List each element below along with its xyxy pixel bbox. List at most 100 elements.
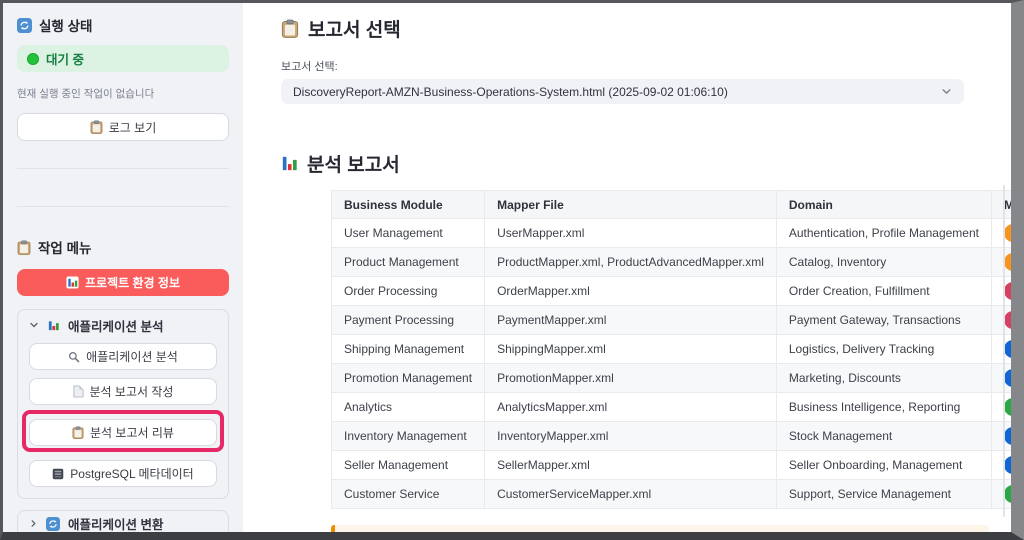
status-caption: 현재 실행 중인 작업이 없습니다 bbox=[17, 86, 229, 101]
cell-business-module: Order Processing bbox=[332, 277, 485, 306]
sidebar-action-button[interactable]: 애플리케이션 분석 bbox=[29, 343, 217, 370]
cell-mapper-file: SellerMapper.xml bbox=[485, 451, 777, 480]
app-analysis-expander-header[interactable]: 애플리케이션 분석 bbox=[18, 310, 228, 340]
sidebar-divider bbox=[17, 168, 229, 169]
cell-business-module: Shipping Management bbox=[332, 335, 485, 364]
table-row: Payment ProcessingPaymentMapper.xmlPayme… bbox=[332, 306, 1012, 335]
app-analysis-expander: 애플리케이션 분석 애플리케이션 분석분석 보고서 작성분석 보고서 리뷰 Pos… bbox=[17, 309, 229, 499]
report-select-title: 보고서 선택 bbox=[308, 15, 401, 42]
sidebar-action-label: 애플리케이션 분석 bbox=[86, 348, 178, 365]
cell-migration-priority: High bbox=[992, 219, 1012, 248]
collapsed-expander-group: 애플리케이션 변환SQL 테스트변환 보고서 bbox=[17, 510, 229, 532]
expander-header-app-convert[interactable]: 애플리케이션 변환 bbox=[18, 511, 228, 532]
app-analysis-expander-body: 애플리케이션 분석분석 보고서 작성분석 보고서 리뷰 PostgreSQL 메타… bbox=[18, 343, 228, 498]
col-mapper-file: Mapper File bbox=[485, 191, 777, 219]
table-row: User ManagementUserMapper.xmlAuthenticat… bbox=[332, 219, 1012, 248]
cell-business-module: Analytics bbox=[332, 393, 485, 422]
col-migration-priority: Migration Priority bbox=[992, 191, 1012, 219]
report-select-value: DiscoveryReport-AMZN-Business-Operations… bbox=[293, 85, 728, 99]
cell-migration-priority: High bbox=[992, 248, 1012, 277]
cell-domain: Logistics, Delivery Tracking bbox=[776, 335, 991, 364]
priority-badge: Low bbox=[1004, 485, 1011, 503]
cell-migration-priority: Medium bbox=[992, 364, 1012, 393]
app-analysis-expander-label: 애플리케이션 분석 bbox=[68, 316, 163, 335]
cell-domain: Stock Management bbox=[776, 422, 991, 451]
refresh-icon bbox=[46, 517, 60, 531]
priority-badge: Medium bbox=[1004, 369, 1011, 387]
cell-domain: Payment Gateway, Transactions bbox=[776, 306, 991, 335]
cell-mapper-file: OrderMapper.xml bbox=[485, 277, 777, 306]
cell-domain: Seller Onboarding, Management bbox=[776, 451, 991, 480]
priority-badge: High bbox=[1004, 224, 1011, 242]
clipboard-icon bbox=[90, 120, 103, 134]
document-icon bbox=[73, 385, 84, 398]
expander-label: 애플리케이션 변환 bbox=[68, 514, 163, 532]
cell-business-module: Inventory Management bbox=[332, 422, 485, 451]
cell-mapper-file: UserMapper.xml bbox=[485, 219, 777, 248]
table-row: Product ManagementProductMapper.xml, Pro… bbox=[332, 248, 1012, 277]
priority-badge: High bbox=[1004, 253, 1011, 271]
cell-business-module: Payment Processing bbox=[332, 306, 485, 335]
cell-business-module: User Management bbox=[332, 219, 485, 248]
sidebar-action-label: 분석 보고서 작성 bbox=[90, 383, 174, 400]
exec-status-title: 실행 상태 bbox=[39, 15, 92, 35]
view-logs-button[interactable]: 로그 보기 bbox=[17, 113, 229, 141]
chevron-down-icon bbox=[941, 86, 952, 97]
chart-icon bbox=[281, 155, 298, 172]
cell-business-module: Promotion Management bbox=[332, 364, 485, 393]
table-row: Seller ManagementSellerMapper.xmlSeller … bbox=[332, 451, 1012, 480]
refresh-icon bbox=[17, 18, 32, 33]
analysis-table-wrap: Business Module Mapper File Domain Migra… bbox=[331, 190, 1011, 509]
cell-migration-priority: Critical bbox=[992, 306, 1012, 335]
view-logs-label: 로그 보기 bbox=[109, 119, 157, 136]
report-select-label: 보고서 선택: bbox=[281, 58, 1011, 74]
cell-domain: Business Intelligence, Reporting bbox=[776, 393, 991, 422]
magnifier-icon bbox=[68, 351, 80, 363]
analysis-report-title: 분석 보고서 bbox=[307, 150, 400, 177]
priority-badge: Low bbox=[1004, 398, 1011, 416]
sidebar-action-label: PostgreSQL 메타데이터 bbox=[70, 465, 193, 482]
clipboard-icon bbox=[17, 240, 31, 255]
col-business-module: Business Module bbox=[332, 191, 485, 219]
cell-migration-priority: Low bbox=[992, 480, 1012, 509]
clipboard-icon bbox=[72, 426, 84, 439]
sidebar-divider bbox=[17, 206, 229, 207]
table-row: Customer ServiceCustomerServiceMapper.xm… bbox=[332, 480, 1012, 509]
table-row: AnalyticsAnalyticsMapper.xmlBusiness Int… bbox=[332, 393, 1012, 422]
priority-badge: Medium bbox=[1004, 427, 1011, 445]
scrollbar[interactable] bbox=[1003, 185, 1005, 517]
chevron-right-icon bbox=[29, 519, 38, 528]
report-select-dropdown[interactable]: DiscoveryReport-AMZN-Business-Operations… bbox=[281, 79, 964, 104]
cell-mapper-file: InventoryMapper.xml bbox=[485, 422, 777, 451]
cell-mapper-file: CustomerServiceMapper.xml bbox=[485, 480, 777, 509]
sidebar-action-button[interactable]: 분석 보고서 리뷰 bbox=[29, 419, 217, 446]
sidebar: 실행 상태 대기 중 현재 실행 중인 작업이 없습니다 로그 보기 작업 메뉴 bbox=[3, 3, 243, 532]
cell-migration-priority: Critical bbox=[992, 277, 1012, 306]
chart-icon bbox=[66, 276, 79, 289]
cell-mapper-file: PaymentMapper.xml bbox=[485, 306, 777, 335]
sidebar-action-button[interactable]: 분석 보고서 작성 bbox=[29, 378, 217, 405]
analysis-report-heading: 분석 보고서 bbox=[281, 150, 1011, 177]
database-icon bbox=[52, 468, 64, 480]
table-row: Inventory ManagementInventoryMapper.xmlS… bbox=[332, 422, 1012, 451]
cell-mapper-file: ShippingMapper.xml bbox=[485, 335, 777, 364]
priority-badge: Critical bbox=[1004, 282, 1011, 300]
task-menu-title: 작업 메뉴 bbox=[38, 237, 91, 257]
sidebar-action-button[interactable]: PostgreSQL 메타데이터 bbox=[29, 460, 217, 487]
col-domain: Domain bbox=[776, 191, 991, 219]
cell-domain: Support, Service Management bbox=[776, 480, 991, 509]
project-env-info-label: 프로젝트 환경 정보 bbox=[85, 274, 180, 291]
table-row: Order ProcessingOrderMapper.xmlOrder Cre… bbox=[332, 277, 1012, 306]
project-env-info-button[interactable]: 프로젝트 환경 정보 bbox=[17, 269, 229, 296]
table-row: Promotion ManagementPromotionMapper.xmlM… bbox=[332, 364, 1012, 393]
cell-domain: Authentication, Profile Management bbox=[776, 219, 991, 248]
status-text: 대기 중 bbox=[46, 49, 84, 68]
exec-status-header: 실행 상태 bbox=[17, 15, 229, 35]
warning-callout bbox=[331, 525, 989, 532]
table-header-row: Business Module Mapper File Domain Migra… bbox=[332, 191, 1012, 219]
green-dot-icon bbox=[27, 53, 39, 65]
cell-migration-priority: Medium bbox=[992, 335, 1012, 364]
cell-domain: Catalog, Inventory bbox=[776, 248, 991, 277]
cell-business-module: Customer Service bbox=[332, 480, 485, 509]
cell-mapper-file: AnalyticsMapper.xml bbox=[485, 393, 777, 422]
